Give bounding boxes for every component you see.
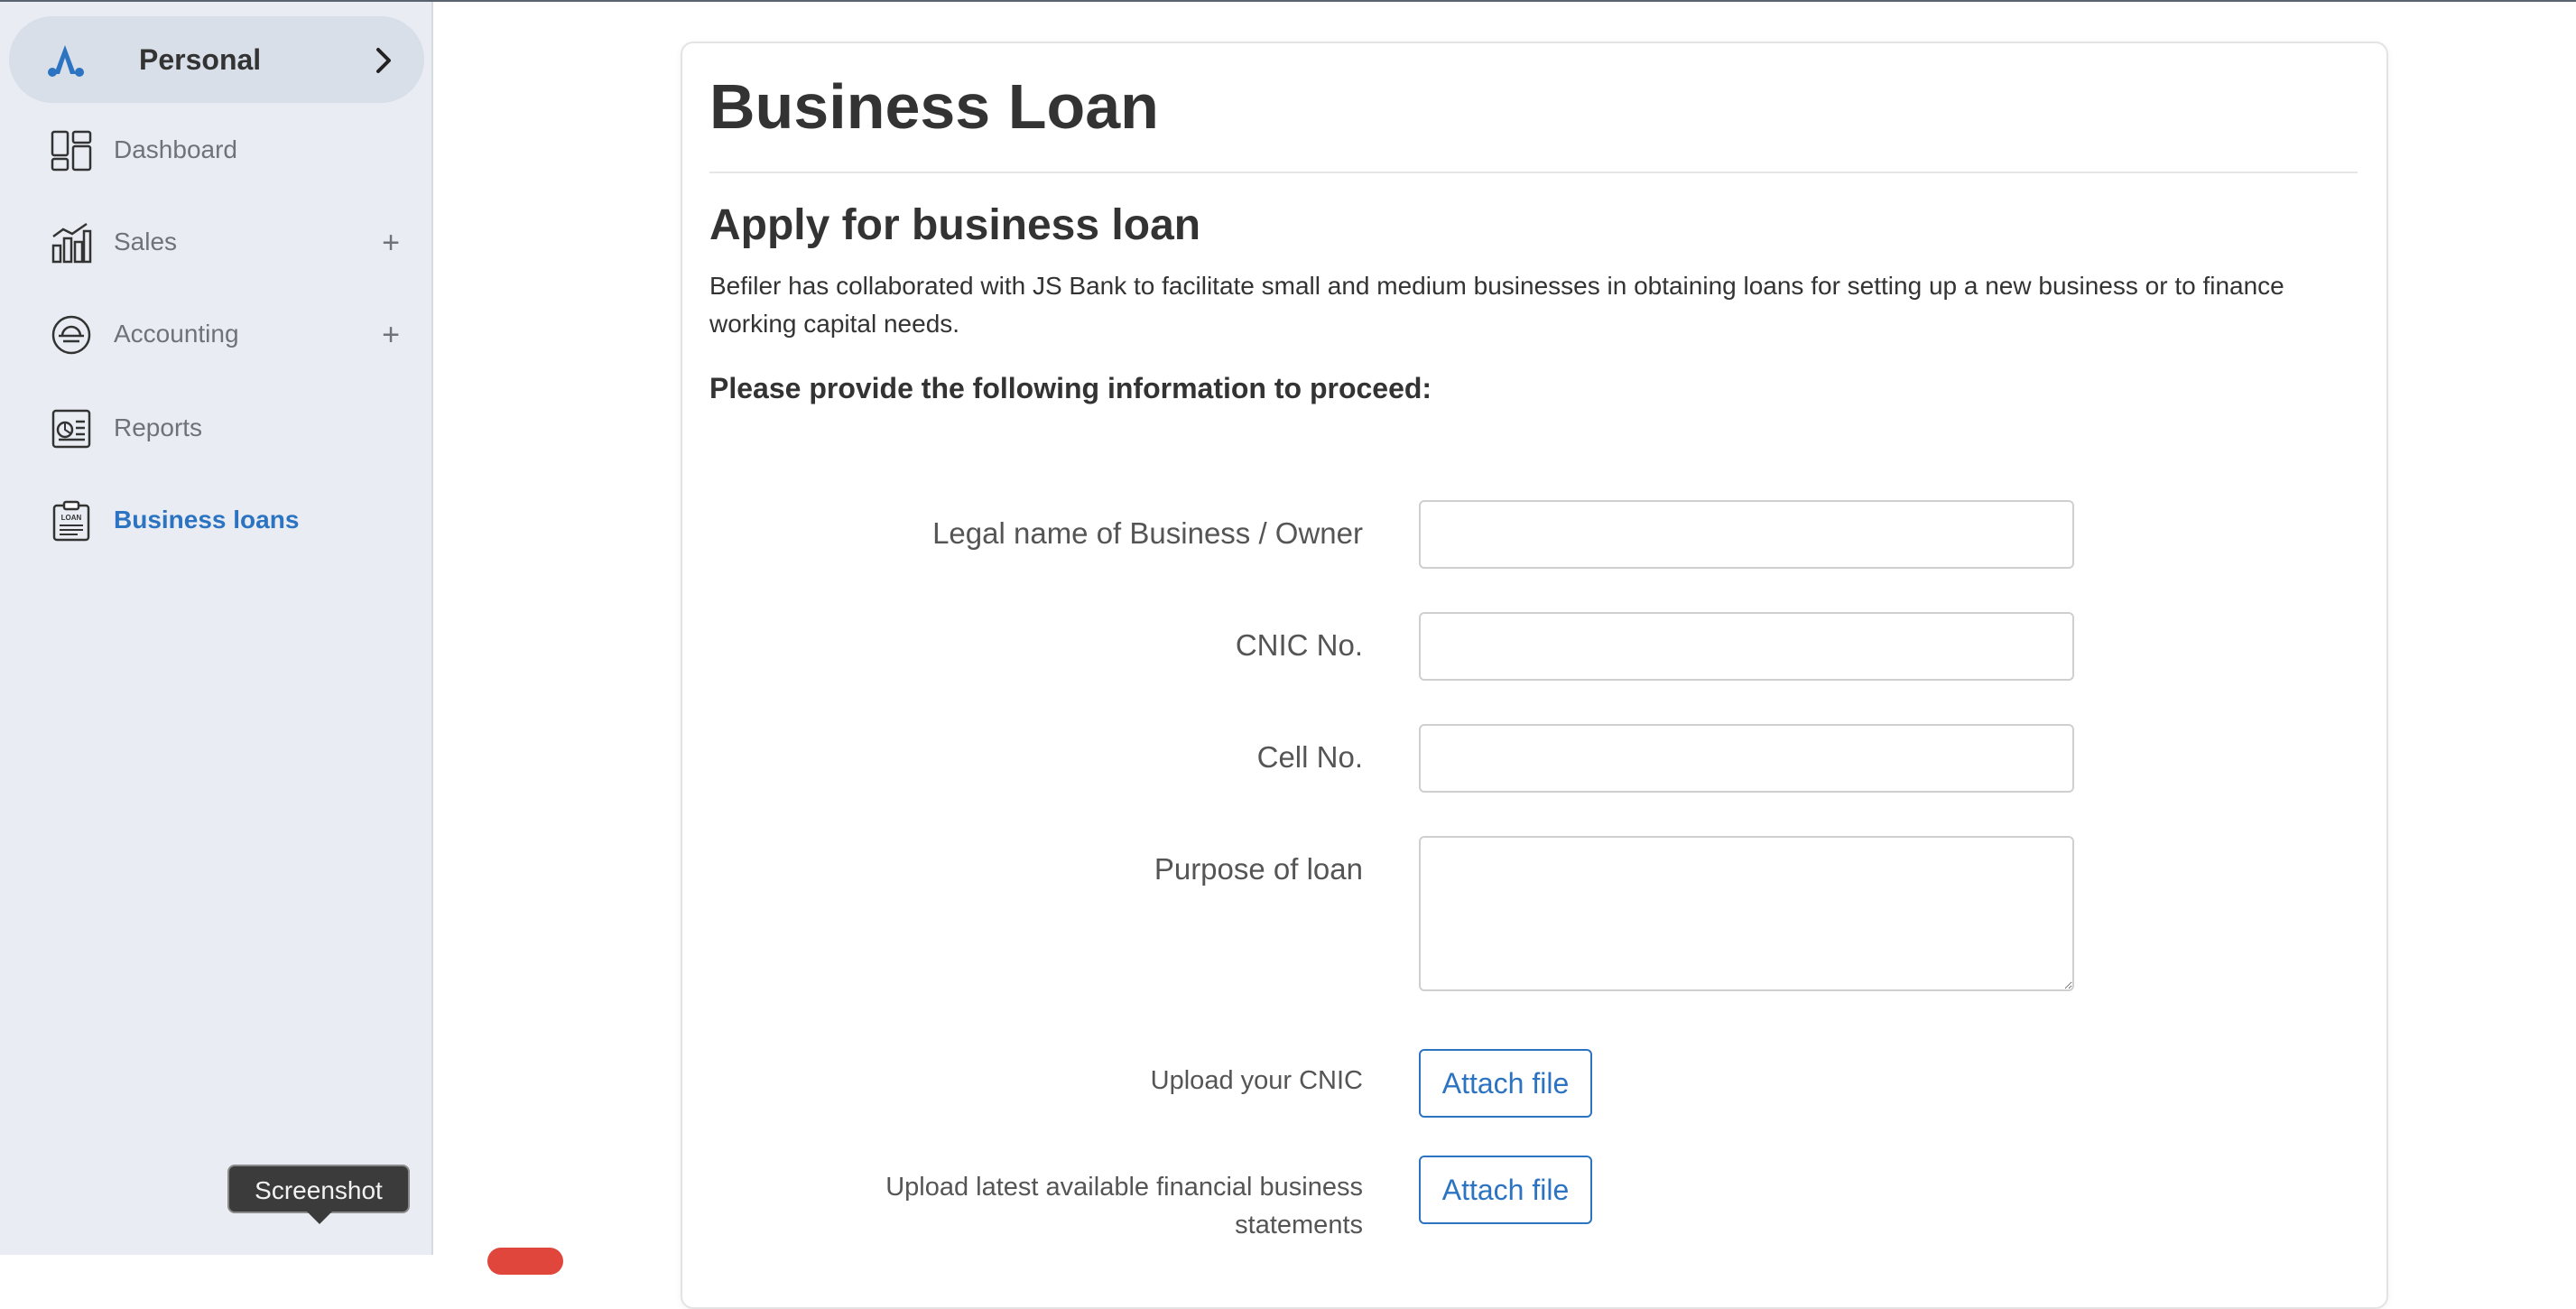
attach-statements-button[interactable]: Attach file xyxy=(1419,1156,1592,1224)
sidebar-item-accounting[interactable]: Accounting + xyxy=(0,294,430,376)
section-title: Apply for business loan xyxy=(709,201,1201,249)
sidebar-item-sales[interactable]: Sales + xyxy=(0,202,430,283)
legal-name-input[interactable] xyxy=(1419,500,2074,569)
sidebar-item-business-loans[interactable]: LOAN Business loans xyxy=(0,480,430,562)
account-name: Personal xyxy=(139,43,262,76)
cnic-input[interactable] xyxy=(1419,612,2074,681)
cell-input[interactable] xyxy=(1419,724,2074,793)
tooltip-arrow xyxy=(307,1212,332,1224)
sidebar-item-label: Dashboard xyxy=(114,135,237,163)
legal-name-label: Legal name of Business / Owner xyxy=(932,516,1363,550)
intro-text: Befiler has collaborated with JS Bank to… xyxy=(709,272,2284,338)
cnic-label: CNIC No. xyxy=(1235,628,1363,662)
accounting-icon xyxy=(51,315,91,355)
form-instruction: Please provide the following information… xyxy=(709,372,1432,404)
dashboard-icon xyxy=(51,130,92,172)
chevron-right-icon xyxy=(376,48,391,73)
expand-plus-icon[interactable]: + xyxy=(377,227,404,258)
bar-chart-icon xyxy=(51,222,92,264)
upload-cnic-label: Upload your CNIC xyxy=(1150,1066,1363,1095)
upload-statements-label: Upload latest available financial busine… xyxy=(885,1168,1363,1244)
title-divider xyxy=(709,172,2358,173)
purpose-textarea[interactable] xyxy=(1419,836,2074,991)
expand-plus-icon[interactable]: + xyxy=(377,320,404,350)
page-title: Business Loan xyxy=(709,71,1159,142)
sidebar-item-label: Sales xyxy=(114,227,178,255)
loan-clipboard-icon: LOAN xyxy=(52,500,90,542)
befiler-logo-icon xyxy=(48,45,84,77)
sidebar-item-dashboard[interactable]: Dashboard xyxy=(0,110,430,191)
account-switcher[interactable]: Personal xyxy=(9,16,424,103)
sidebar-item-label: Business loans xyxy=(114,506,300,534)
upload-statements-label-line1: Upload latest available financial busine… xyxy=(885,1173,1363,1202)
report-icon xyxy=(51,409,91,449)
sidebar: Personal Dashboard Sales + Accounting + … xyxy=(0,2,433,1255)
sidebar-item-label: Reports xyxy=(114,413,203,441)
chat-widget-button[interactable] xyxy=(487,1248,563,1275)
loan-application-card: Business Loan Apply for business loan Be… xyxy=(681,42,2388,1309)
svg-text:LOAN: LOAN xyxy=(61,514,82,522)
purpose-label: Purpose of loan xyxy=(1154,852,1363,886)
sidebar-item-label: Accounting xyxy=(114,320,239,348)
upload-statements-label-line2: statements xyxy=(1235,1211,1363,1239)
sidebar-item-reports[interactable]: Reports xyxy=(0,388,430,469)
screenshot-tooltip: Screenshot xyxy=(227,1165,410,1213)
attach-cnic-button[interactable]: Attach file xyxy=(1419,1049,1592,1118)
cell-label: Cell No. xyxy=(1256,740,1363,774)
